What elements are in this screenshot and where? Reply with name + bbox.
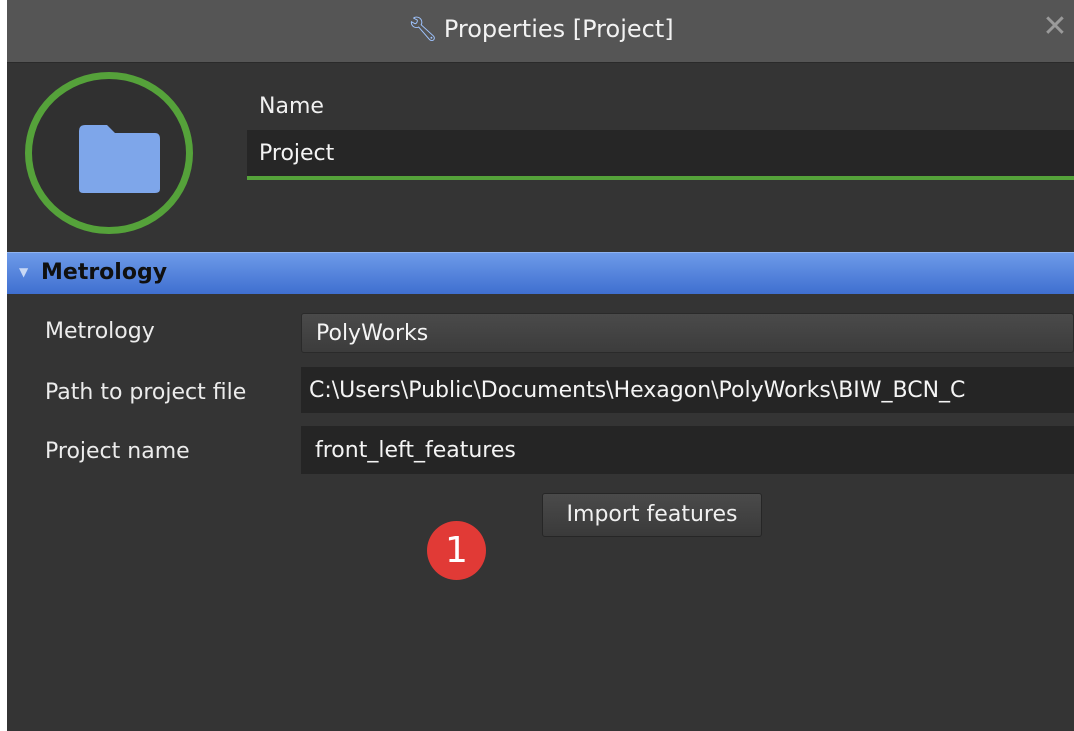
metrology-label: Metrology <box>45 319 155 344</box>
folder-icon <box>79 125 160 193</box>
import-features-button[interactable]: Import features <box>542 493 762 537</box>
expand-triangle-icon[interactable]: ▼ <box>19 265 28 279</box>
path-label: Path to project file <box>45 380 247 405</box>
metrology-select[interactable]: PolyWorks <box>301 313 1074 353</box>
project-name-label: Project name <box>45 439 190 464</box>
project-avatar <box>25 72 193 234</box>
section-title: Metrology <box>41 260 168 285</box>
metrology-section-header[interactable]: ▼ Metrology <box>7 252 1074 294</box>
window-title: 🔧︎ Properties [Project] <box>407 15 674 43</box>
step-callout-badge: 1 <box>427 521 486 580</box>
path-input-value: C:\Users\Public\Documents\Hexagon\PolyWo… <box>309 378 966 403</box>
project-name-input[interactable]: front_left_features <box>301 426 1074 474</box>
properties-window: 🔧︎ Properties [Project] ✕ Name Project ▼ … <box>7 0 1074 731</box>
name-input-value: Project <box>259 141 335 166</box>
wrench-icon: 🔧︎ <box>407 15 438 43</box>
project-name-input-value: front_left_features <box>315 438 516 463</box>
path-input[interactable]: C:\Users\Public\Documents\Hexagon\PolyWo… <box>301 367 1074 413</box>
title-bar: 🔧︎ Properties [Project] ✕ <box>7 0 1074 63</box>
name-input[interactable]: Project <box>247 130 1074 180</box>
name-label: Name <box>259 94 324 119</box>
metrology-select-value: PolyWorks <box>316 321 429 346</box>
close-icon[interactable]: ✕ <box>1042 12 1068 42</box>
